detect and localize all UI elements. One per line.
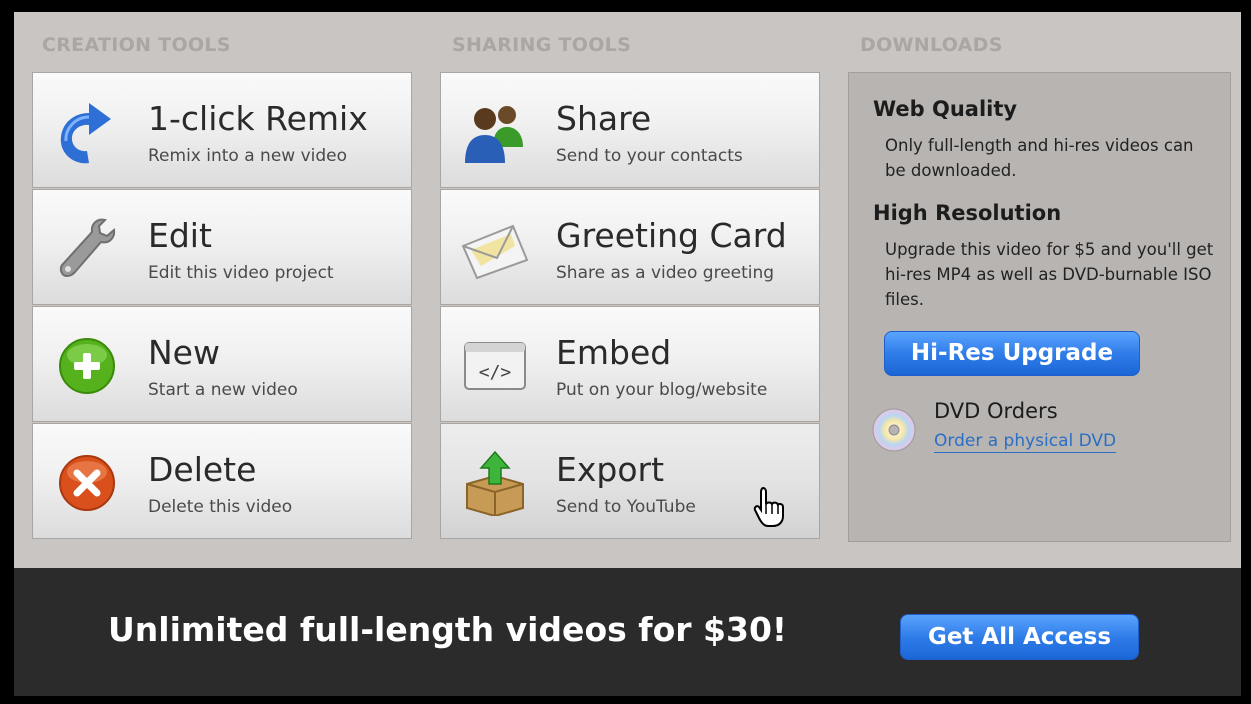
dvd-orders-title: DVD Orders xyxy=(934,399,1058,423)
new-subtitle: Start a new video xyxy=(148,380,298,400)
embed-title: Embed xyxy=(556,333,672,372)
people-icon xyxy=(465,106,523,163)
hand-cursor-icon xyxy=(753,486,784,527)
svg-text:</>: </> xyxy=(479,362,512,383)
delete-title: Delete xyxy=(148,450,257,489)
edit-tile[interactable]: Edit Edit this video project xyxy=(32,189,412,305)
embed-tile[interactable]: </> Embed Put on your blog/website xyxy=(440,306,820,422)
remix-title: 1-click Remix xyxy=(148,99,368,138)
hi-res-upgrade-button[interactable]: Hi-Res Upgrade xyxy=(884,331,1140,376)
web-quality-heading: Web Quality xyxy=(873,97,1018,121)
edit-subtitle: Edit this video project xyxy=(148,263,334,283)
share-tile[interactable]: Share Send to your contacts xyxy=(440,72,820,188)
envelope-icon xyxy=(461,224,529,280)
edit-title: Edit xyxy=(148,216,212,255)
high-resolution-heading: High Resolution xyxy=(873,201,1062,225)
share-subtitle: Send to your contacts xyxy=(556,146,743,166)
delete-tile[interactable]: Delete Delete this video xyxy=(32,423,412,539)
new-title: New xyxy=(148,333,220,372)
box-upload-icon xyxy=(466,450,524,516)
delete-subtitle: Delete this video xyxy=(148,497,293,517)
plus-circle-icon xyxy=(59,338,115,394)
promo-bar: Unlimited full-length videos for $30! Ge… xyxy=(14,568,1241,696)
share-title: Share xyxy=(556,99,652,138)
remix-arrow-icon xyxy=(60,103,111,164)
promo-text: Unlimited full-length videos for $30! xyxy=(108,610,787,649)
web-quality-text: Only full-length and hi-res videos can b… xyxy=(885,136,1194,180)
high-resolution-text: Upgrade this video for $5 and you'll get… xyxy=(885,240,1214,309)
sharing-tools-heading: Sharing Tools xyxy=(452,34,632,56)
remix-tile[interactable]: 1-click Remix Remix into a new video xyxy=(32,72,412,188)
order-dvd-link[interactable]: Order a physical DVD xyxy=(934,431,1117,453)
get-all-access-button[interactable]: Get All Access xyxy=(900,614,1139,660)
sharing-panel: Creation Tools Sharing Tools Downloads 1… xyxy=(14,12,1241,696)
dvd-disc-icon xyxy=(872,408,916,452)
code-window-icon: </> xyxy=(464,342,526,390)
creation-tools-heading: Creation Tools xyxy=(42,34,231,56)
export-tile[interactable]: Export Send to YouTube xyxy=(440,423,820,539)
export-title: Export xyxy=(556,450,665,489)
export-subtitle: Send to YouTube xyxy=(556,497,696,517)
new-tile[interactable]: New Start a new video xyxy=(32,306,412,422)
embed-subtitle: Put on your blog/website xyxy=(556,380,768,400)
downloads-heading: Downloads xyxy=(860,34,1003,56)
wrench-icon xyxy=(59,218,116,278)
greeting-card-subtitle: Share as a video greeting xyxy=(556,263,775,283)
remix-subtitle: Remix into a new video xyxy=(148,146,348,166)
downloads-panel: Web Quality Only full-length and hi-res … xyxy=(848,72,1231,542)
greeting-card-title: Greeting Card xyxy=(556,216,787,255)
x-circle-icon xyxy=(59,455,115,511)
greeting-card-tile[interactable]: Greeting Card Share as a video greeting xyxy=(440,189,820,305)
